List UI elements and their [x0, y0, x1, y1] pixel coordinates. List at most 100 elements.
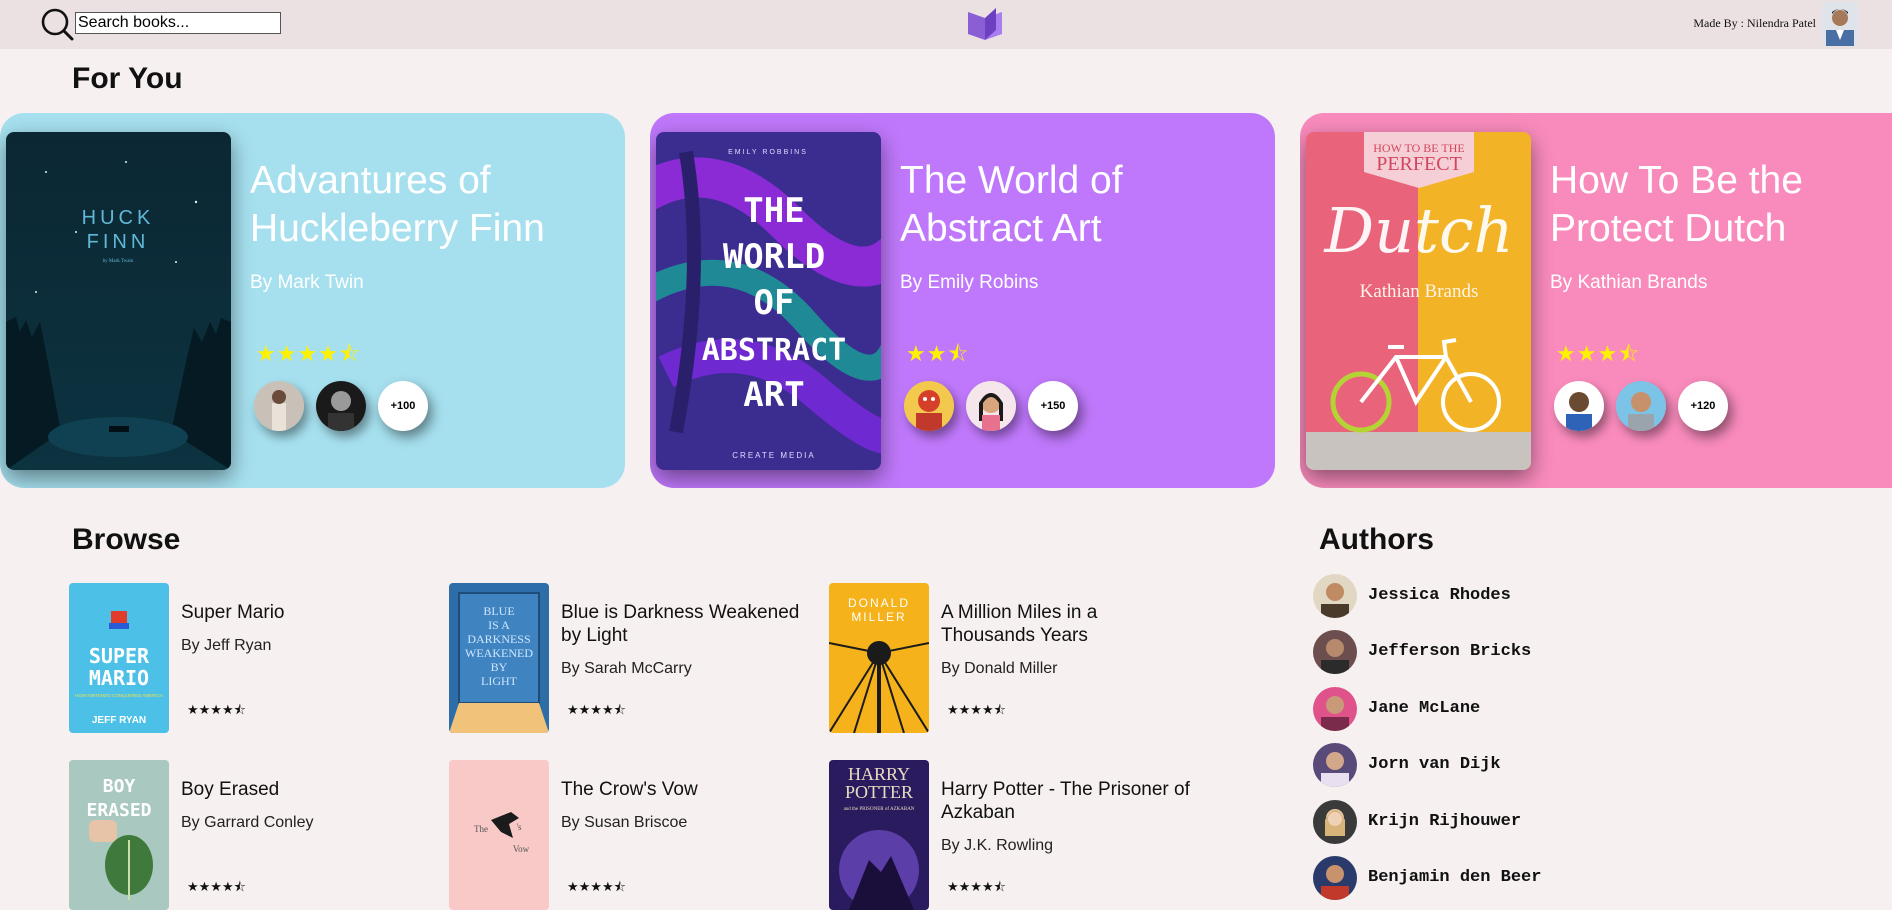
author-item[interactable]: Jane McLane: [1313, 687, 1713, 733]
rating-stars: ★★★★⯪: [947, 879, 1006, 894]
book-cover[interactable]: DONALD MILLER: [829, 583, 929, 733]
book-author: By J.K. Rowling: [941, 837, 1054, 854]
book-title[interactable]: Advantures of Huckleberry Finn: [250, 157, 610, 253]
book-author: By Jeff Ryan: [181, 637, 272, 654]
book-cover[interactable]: The 's Vow: [449, 760, 549, 910]
book-title[interactable]: The Crow's Vow: [561, 778, 811, 801]
reader-avatar[interactable]: [966, 381, 1016, 431]
cover-title-line: MILLER: [851, 610, 906, 624]
browse-book[interactable]: HARRY POTTER and the PRISONER of AZKABAN…: [829, 760, 1191, 910]
author-item[interactable]: Krijn Rijhouwer: [1313, 800, 1713, 846]
cover-title-line: THE: [743, 191, 804, 231]
author-name[interactable]: Jane McLane: [1368, 699, 1480, 718]
cover-author: Kathian Brands: [1360, 281, 1479, 302]
cover-title-line: FINN: [87, 231, 150, 253]
cover-title-line: DONALD: [848, 596, 910, 610]
book-title[interactable]: Harry Potter - The Prisoner of Azkaban: [941, 778, 1191, 824]
book-author: By Susan Briscoe: [561, 814, 688, 831]
reader-count-badge[interactable]: +150: [1028, 381, 1078, 431]
book-cover[interactable]: BOY ERASED: [69, 760, 169, 910]
author-avatar[interactable]: [1313, 856, 1357, 900]
cover-title-line: MARIO: [89, 666, 149, 690]
book-author: By Mark Twin: [250, 272, 364, 293]
cover-subtitle: PERFECT: [1376, 153, 1462, 175]
cover-main-word: Dutch: [1323, 194, 1513, 267]
reader-avatar[interactable]: [1554, 381, 1604, 431]
rating-stars: ★★★★⯪: [256, 341, 361, 366]
author-name[interactable]: Jessica Rhodes: [1368, 586, 1511, 605]
author-avatar[interactable]: [1313, 687, 1357, 731]
browse-book[interactable]: SUPER MARIO HOW NINTENDO CONQUERED AMERI…: [69, 583, 429, 733]
browse-book[interactable]: BOY ERASED Boy Erased By Garrard Conley …: [69, 760, 429, 910]
cover-title-line: 's: [516, 822, 522, 832]
cover-subtitle: HOW NINTENDO CONQUERED AMERICA: [75, 693, 163, 698]
cover-title-line: BY: [491, 660, 508, 674]
author-name[interactable]: Jefferson Bricks: [1368, 642, 1531, 661]
book-author: By Garrard Conley: [181, 814, 314, 831]
book-cover[interactable]: SUPER MARIO HOW NINTENDO CONQUERED AMERI…: [69, 583, 169, 733]
cover-title-line: OF: [754, 283, 795, 323]
author-item[interactable]: Jorn van Dijk: [1313, 743, 1713, 789]
profile-avatar[interactable]: [1822, 2, 1858, 46]
book-author: By Sarah McCarry: [561, 660, 692, 677]
reader-avatar[interactable]: [254, 381, 304, 431]
rating-stars: ★★★★⯪: [567, 879, 626, 894]
browse-book[interactable]: DONALD MILLER A Million Miles in a Thous…: [829, 583, 1189, 733]
search-icon[interactable]: [40, 7, 74, 41]
book-cover[interactable]: BLUE IS A DARKNESS WEAKENED BY LIGHT: [449, 583, 549, 733]
featured-card[interactable]: EMILY ROBBINS THE WORLD OF ABSTRACT ART …: [650, 113, 1275, 488]
reader-avatar[interactable]: [904, 381, 954, 431]
top-bar: Made By : Nilendra Patel: [0, 0, 1892, 49]
cover-title-line: BOY: [103, 776, 136, 797]
book-author: By Kathian Brands: [1550, 272, 1708, 293]
rating-stars: ★★⯪: [906, 341, 970, 366]
featured-card[interactable]: HUCK FINN by Mark Twain Advantures of Hu…: [0, 113, 625, 488]
reader-avatar[interactable]: [1616, 381, 1666, 431]
browse-book[interactable]: The 's Vow The Crow's Vow By Susan Brisc…: [449, 760, 809, 910]
cover-subtitle: and the PRISONER of AZKABAN: [844, 807, 915, 812]
book-cover[interactable]: HARRY POTTER and the PRISONER of AZKABAN: [829, 760, 929, 910]
cover-title-line: WORLD: [723, 237, 825, 277]
author-avatar[interactable]: [1313, 574, 1357, 618]
rating-stars: ★★★★⯪: [187, 702, 246, 717]
book-title[interactable]: Super Mario: [181, 601, 431, 624]
book-cover[interactable]: HUCK FINN by Mark Twain: [6, 132, 231, 470]
author-avatar[interactable]: [1313, 800, 1357, 844]
book-cover[interactable]: EMILY ROBBINS THE WORLD OF ABSTRACT ART …: [656, 132, 881, 470]
reader-count-badge[interactable]: +120: [1678, 381, 1728, 431]
author-item[interactable]: Jefferson Bricks: [1313, 630, 1713, 676]
featured-card[interactable]: HOW TO BE THE PERFECT Dutch Kathian Bran…: [1300, 113, 1892, 488]
book-cover[interactable]: HOW TO BE THE PERFECT Dutch Kathian Bran…: [1306, 132, 1531, 470]
cover-title-line: ERASED: [86, 800, 151, 821]
author-name[interactable]: Benjamin den Beer: [1368, 868, 1541, 887]
for-you-heading: For You: [72, 62, 183, 95]
cover-title-line: WEAKENED: [465, 646, 533, 660]
book-title[interactable]: Blue is Darkness Weakened by Light: [561, 601, 811, 647]
book-title[interactable]: How To Be the Protect Dutch: [1550, 157, 1892, 253]
cover-title-line: The: [474, 824, 488, 834]
cover-author: JEFF RYAN: [92, 715, 146, 726]
cover-title-line: IS A: [488, 618, 510, 632]
reader-avatar[interactable]: [316, 381, 366, 431]
book-title[interactable]: Boy Erased: [181, 778, 431, 801]
authors-heading: Authors: [1319, 523, 1434, 556]
book-title[interactable]: A Million Miles in a Thousands Years: [941, 601, 1191, 647]
author-avatar[interactable]: [1313, 630, 1357, 674]
browse-heading: Browse: [72, 523, 181, 556]
author-name[interactable]: Jorn van Dijk: [1368, 755, 1501, 774]
book-title[interactable]: The World of Abstract Art: [900, 157, 1260, 253]
book-logo-icon[interactable]: [966, 4, 1004, 42]
author-item[interactable]: Jessica Rhodes: [1313, 574, 1713, 620]
rating-stars: ★★★★⯪: [947, 702, 1006, 717]
author-item[interactable]: Benjamin den Beer: [1313, 856, 1713, 902]
author-avatar[interactable]: [1313, 743, 1357, 787]
search-input[interactable]: [75, 12, 281, 34]
cover-title-line: BLUE: [483, 604, 514, 618]
browse-book[interactable]: BLUE IS A DARKNESS WEAKENED BY LIGHT Blu…: [449, 583, 809, 733]
rating-stars: ★★★★⯪: [567, 702, 626, 717]
book-author: By Emily Robins: [900, 272, 1039, 293]
reader-count-badge[interactable]: +100: [378, 381, 428, 431]
book-author: By Donald Miller: [941, 660, 1058, 677]
cover-title-line: DARKNESS: [467, 632, 530, 646]
author-name[interactable]: Krijn Rijhouwer: [1368, 812, 1521, 831]
